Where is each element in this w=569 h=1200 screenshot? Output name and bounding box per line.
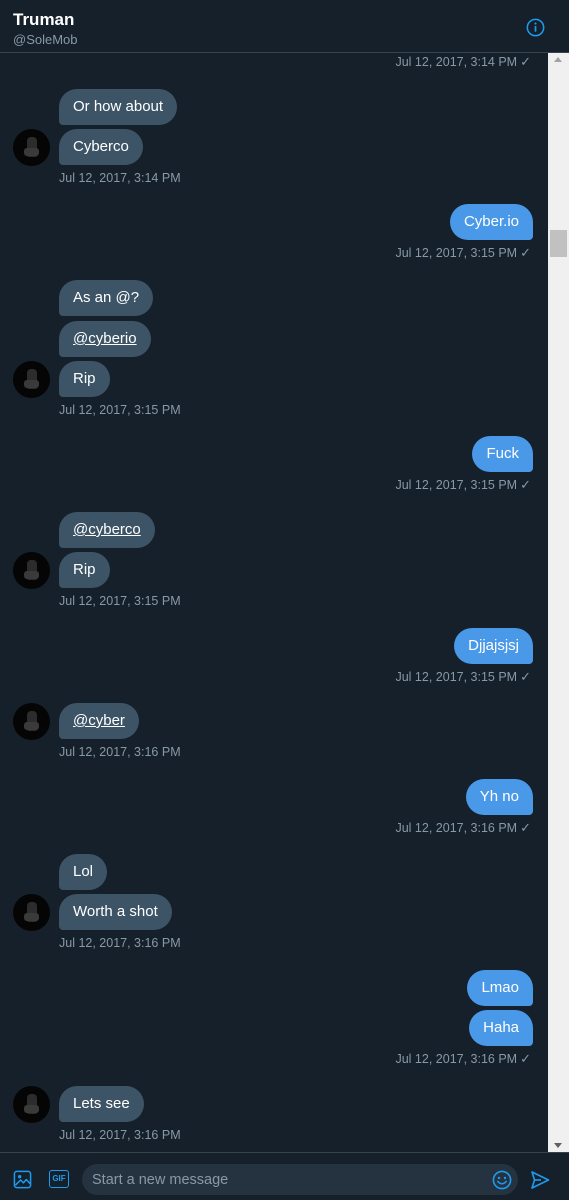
outgoing-message[interactable]: Haha bbox=[469, 1010, 533, 1046]
incoming-message[interactable]: Lol bbox=[59, 854, 108, 890]
avatar[interactable] bbox=[13, 1086, 50, 1123]
outgoing-message[interactable]: Fuck bbox=[472, 436, 533, 472]
scrollbar-thumb[interactable] bbox=[550, 230, 567, 257]
incoming-message[interactable]: Rip bbox=[59, 552, 110, 588]
message-timestamp: Jul 12, 2017, 3:14 PM ✓ bbox=[395, 54, 531, 70]
outgoing-message[interactable]: Cyber.io bbox=[449, 204, 533, 240]
message-input[interactable] bbox=[82, 1164, 518, 1195]
outgoing-message[interactable]: Djjajsjsj bbox=[454, 628, 533, 664]
message-timestamp: Jul 12, 2017, 3:15 PM bbox=[59, 403, 181, 417]
sent-check-icon: ✓ bbox=[520, 1051, 531, 1066]
incoming-message-mention[interactable]: @cyberco bbox=[59, 512, 155, 548]
incoming-message-mention[interactable]: @cyberio bbox=[59, 321, 151, 357]
message-timestamp: Jul 12, 2017, 3:15 PM ✓ bbox=[395, 477, 531, 493]
message-timestamp: Jul 12, 2017, 3:15 PM ✓ bbox=[395, 669, 531, 685]
outgoing-message[interactable]: Yh no bbox=[465, 779, 533, 815]
sent-check-icon: ✓ bbox=[520, 669, 531, 684]
emoji-icon[interactable] bbox=[492, 1170, 512, 1190]
message-thread[interactable]: Jul 12, 2017, 3:14 PM ✓ Or how about Cybe… bbox=[0, 53, 548, 1152]
avatar[interactable] bbox=[13, 894, 50, 931]
thread-scrollbar[interactable] bbox=[548, 53, 569, 1152]
avatar[interactable] bbox=[13, 361, 50, 398]
avatar[interactable] bbox=[13, 703, 50, 740]
incoming-message[interactable]: Lets see bbox=[59, 1086, 144, 1122]
info-icon[interactable] bbox=[526, 18, 545, 37]
sent-check-icon: ✓ bbox=[520, 245, 531, 260]
message-timestamp: Jul 12, 2017, 3:14 PM bbox=[59, 171, 181, 185]
contact-name[interactable]: Truman bbox=[13, 11, 74, 29]
scroll-up-arrow-icon[interactable] bbox=[554, 57, 562, 62]
scroll-down-arrow-icon[interactable] bbox=[554, 1143, 562, 1148]
message-timestamp: Jul 12, 2017, 3:16 PM bbox=[59, 1128, 181, 1142]
incoming-message[interactable]: As an @? bbox=[59, 280, 154, 316]
avatar[interactable] bbox=[13, 552, 50, 589]
message-timestamp: Jul 12, 2017, 3:16 PM ✓ bbox=[395, 1051, 531, 1067]
contact-handle[interactable]: @SoleMob bbox=[13, 33, 78, 47]
sent-check-icon: ✓ bbox=[520, 820, 531, 835]
message-timestamp: Jul 12, 2017, 3:15 PM ✓ bbox=[395, 245, 531, 261]
message-timestamp: Jul 12, 2017, 3:16 PM bbox=[59, 745, 181, 759]
gif-icon[interactable]: GIF bbox=[49, 1170, 69, 1188]
send-icon[interactable] bbox=[530, 1170, 550, 1190]
incoming-message[interactable]: Or how about bbox=[59, 89, 178, 125]
sent-check-icon: ✓ bbox=[520, 54, 531, 69]
incoming-message[interactable]: Rip bbox=[59, 361, 110, 397]
message-timestamp: Jul 12, 2017, 3:16 PM bbox=[59, 936, 181, 950]
sent-check-icon: ✓ bbox=[520, 477, 531, 492]
image-icon[interactable] bbox=[13, 1170, 32, 1189]
message-timestamp: Jul 12, 2017, 3:15 PM bbox=[59, 594, 181, 608]
incoming-message[interactable]: Cyberco bbox=[59, 129, 143, 165]
incoming-message[interactable]: Worth a shot bbox=[59, 894, 172, 930]
conversation-header: Truman @SoleMob bbox=[0, 0, 569, 53]
message-timestamp: Jul 12, 2017, 3:16 PM ✓ bbox=[395, 820, 531, 836]
message-composer: GIF bbox=[0, 1152, 569, 1200]
incoming-message-mention[interactable]: @cyber bbox=[59, 703, 139, 739]
avatar[interactable] bbox=[13, 129, 50, 166]
outgoing-message[interactable]: Lmao bbox=[467, 970, 533, 1006]
